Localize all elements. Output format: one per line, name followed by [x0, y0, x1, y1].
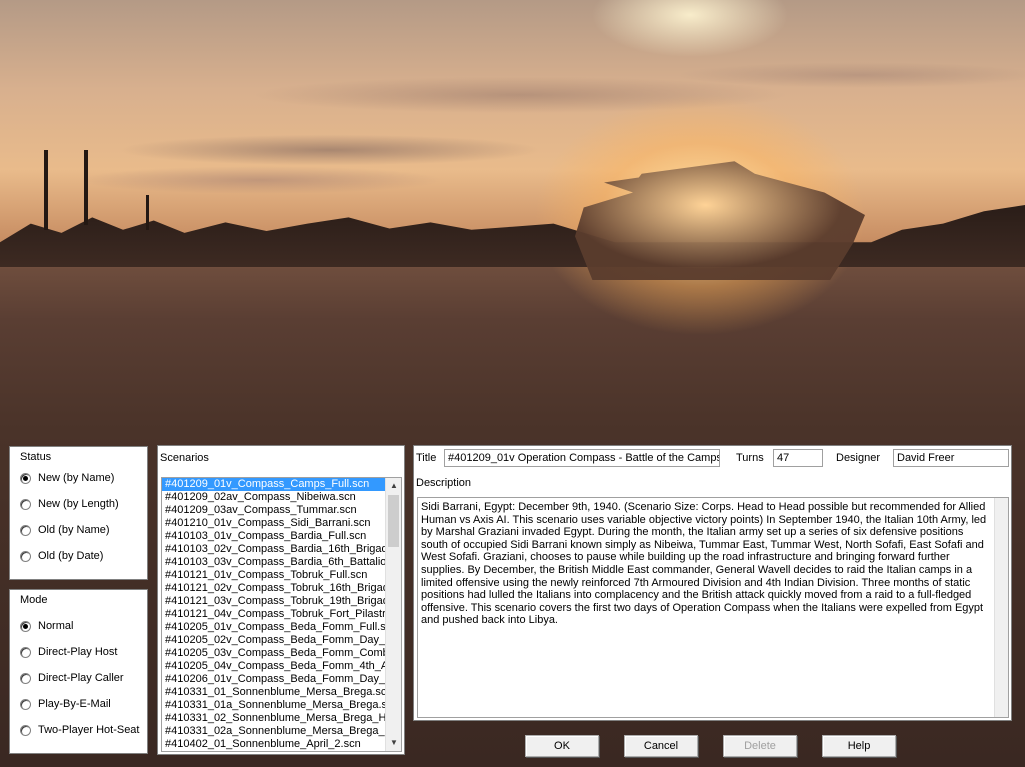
radio-button-icon[interactable]: [20, 498, 31, 510]
scenario-list-item[interactable]: #410121_02v_Compass_Tobruk_16th_Brigade: [162, 582, 387, 595]
cancel-button[interactable]: Cancel: [624, 735, 698, 757]
radio-button-icon[interactable]: [20, 524, 31, 536]
radio-button-icon[interactable]: [20, 472, 31, 484]
radio-label: Direct-Play Host: [38, 646, 118, 658]
scenario-list-item[interactable]: #401209_03av_Compass_Tummar.scn: [162, 504, 387, 517]
radio-button-icon[interactable]: [20, 550, 31, 562]
radio-label: New (by Length): [38, 498, 119, 510]
status-option[interactable]: New (by Name): [20, 472, 114, 484]
delete-button[interactable]: Delete: [723, 735, 797, 757]
help-button[interactable]: Help: [822, 735, 896, 757]
palm-tree: [44, 150, 48, 230]
scenario-list-item[interactable]: #410121_01v_Compass_Tobruk_Full.scn: [162, 569, 387, 582]
scenario-list-item[interactable]: #410331_02a_Sonnenblume_Mersa_Brega_H: [162, 725, 387, 738]
scroll-down-icon[interactable]: ▼: [386, 735, 401, 751]
status-group: Status New (by Name) New (by Length) Old (…: [9, 446, 148, 580]
radio-button-icon[interactable]: [20, 698, 31, 710]
mode-option[interactable]: Two-Player Hot-Seat: [20, 724, 139, 736]
radio-label: Old (by Date): [38, 550, 104, 562]
scenario-list-item[interactable]: #401210_01v_Compass_Sidi_Barrani.scn: [162, 517, 387, 530]
mode-group-title: Mode: [18, 594, 50, 606]
scenario-list-item[interactable]: #410121_04v_Compass_Tobruk_Fort_Pilastri…: [162, 608, 387, 621]
scenario-list-item[interactable]: #410205_04v_Compass_Beda_Fomm_4th_Arm: [162, 660, 387, 673]
scenario-list-item[interactable]: #410103_03v_Compass_Bardia_6th_Battalion…: [162, 556, 387, 569]
description-label: Description: [416, 477, 472, 489]
palm-tree: [146, 195, 149, 230]
description-scrollbar[interactable]: [994, 498, 1008, 717]
scenarios-panel: Scenarios #401209_01v_Compass_Camps_Full…: [157, 445, 405, 755]
turns-label: Turns: [736, 452, 764, 464]
scenario-listbox[interactable]: #401209_01v_Compass_Camps_Full.scn #40120…: [161, 477, 402, 752]
scenario-list-item[interactable]: #410331_01_Sonnenblume_Mersa_Brega.scn: [162, 686, 387, 699]
mode-option[interactable]: Direct-Play Host: [20, 646, 117, 658]
scenario-list-item[interactable]: #410206_01v_Compass_Beda_Fomm_Day_2.: [162, 673, 387, 686]
status-option[interactable]: New (by Length): [20, 498, 119, 510]
scenario-list-item[interactable]: #410402_01_Sonnenblume_April_2.scn: [162, 738, 387, 751]
title-field[interactable]: #401209_01v Operation Compass - Battle o…: [444, 449, 720, 467]
scenario-details-panel: Title #401209_01v Operation Compass - Ba…: [413, 445, 1012, 721]
status-option[interactable]: Old (by Date): [20, 550, 103, 562]
status-option[interactable]: Old (by Name): [20, 524, 110, 536]
scroll-thumb[interactable]: [388, 495, 399, 547]
scenario-list-item[interactable]: #410121_03v_Compass_Tobruk_19th_Brigade: [162, 595, 387, 608]
scroll-up-icon[interactable]: ▲: [386, 478, 401, 494]
scenario-list-item[interactable]: #410205_02v_Compass_Beda_Fomm_Day_1.: [162, 634, 387, 647]
radio-button-icon[interactable]: [20, 672, 31, 684]
turns-field[interactable]: 47: [773, 449, 823, 467]
radio-label: Old (by Name): [38, 524, 110, 536]
mode-option[interactable]: Direct-Play Caller: [20, 672, 124, 684]
mode-option[interactable]: Normal: [20, 620, 73, 632]
scenario-list-item[interactable]: #401209_01v_Compass_Camps_Full.scn: [162, 478, 387, 491]
mode-group: Mode Normal Direct-Play Host Direct-Play C…: [9, 589, 148, 754]
status-group-title: Status: [18, 451, 54, 463]
radio-button-icon[interactable]: [20, 620, 31, 632]
description-textarea[interactable]: Sidi Barrani, Egypt: December 9th, 1940.…: [417, 497, 1009, 718]
title-label: Title: [416, 452, 437, 464]
radio-label: Play-By-E-Mail: [38, 698, 111, 710]
radio-label: Two-Player Hot-Seat: [38, 724, 140, 736]
scenario-list-item[interactable]: #410103_02v_Compass_Bardia_16th_Brigade: [162, 543, 387, 556]
scenario-list-item[interactable]: #410205_01v_Compass_Beda_Fomm_Full.scn: [162, 621, 387, 634]
cloud-layer: [0, 40, 1025, 220]
scenario-list-item[interactable]: #410205_03v_Compass_Beda_Fomm_Combe: [162, 647, 387, 660]
radio-label: Normal: [38, 620, 74, 632]
scenario-list-item[interactable]: #401209_02av_Compass_Nibeiwa.scn: [162, 491, 387, 504]
scenario-list-item[interactable]: #410103_01v_Compass_Bardia_Full.scn: [162, 530, 387, 543]
scenarios-label: Scenarios: [160, 452, 209, 464]
radio-label: Direct-Play Caller: [38, 672, 124, 684]
description-text: Sidi Barrani, Egypt: December 9th, 1940.…: [421, 501, 987, 627]
palm-tree: [84, 150, 88, 225]
designer-field[interactable]: David Freer: [893, 449, 1009, 467]
radio-button-icon[interactable]: [20, 724, 31, 736]
ok-button[interactable]: OK: [525, 735, 599, 757]
radio-label: New (by Name): [38, 472, 115, 484]
scenario-list-item[interactable]: #410331_02_Sonnenblume_Mersa_Brega_Hy: [162, 712, 387, 725]
scenario-scrollbar[interactable]: ▲ ▼: [385, 478, 401, 751]
designer-label: Designer: [836, 452, 881, 464]
scenario-list-item[interactable]: #410331_01a_Sonnenblume_Mersa_Brega.sc: [162, 699, 387, 712]
mode-option[interactable]: Play-By-E-Mail: [20, 698, 111, 710]
radio-button-icon[interactable]: [20, 646, 31, 658]
